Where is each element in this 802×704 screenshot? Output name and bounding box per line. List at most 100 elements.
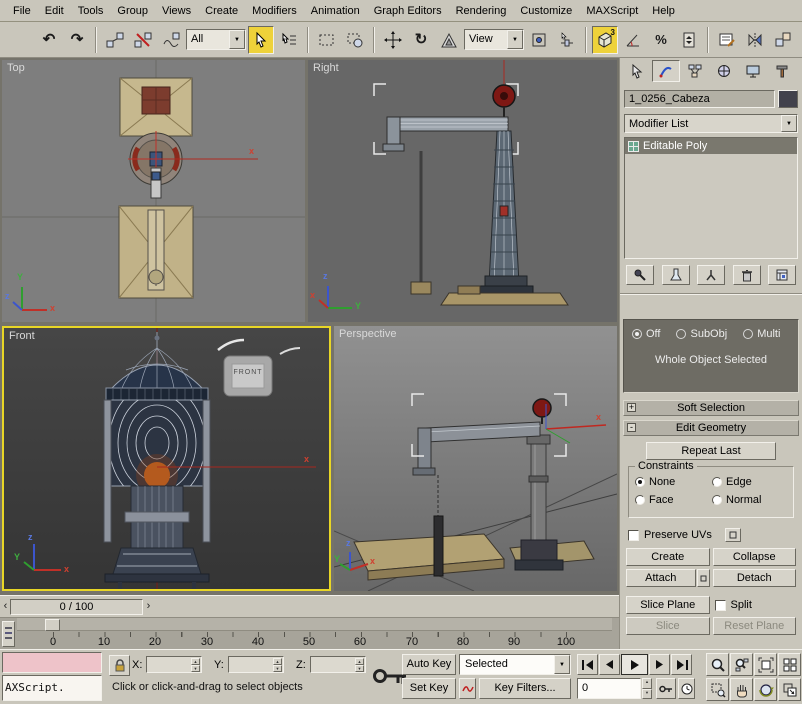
timeline-ruler[interactable]: 0 10 20 30 40 50 60 70 80 90 100	[17, 618, 612, 650]
named-selection-sets-icon[interactable]	[714, 26, 740, 54]
z-coordinate-field[interactable]: ▲▼	[310, 656, 366, 673]
menu-tools[interactable]: Tools	[71, 2, 111, 20]
rollout-soft-selection[interactable]: + Soft Selection	[623, 400, 799, 416]
pin-stack-icon[interactable]	[626, 265, 654, 285]
zoom-all-button[interactable]	[730, 653, 753, 676]
key-mode-dropdown[interactable]: Selected ▼	[459, 654, 571, 675]
expand-icon[interactable]: +	[627, 403, 636, 412]
frame-spinner[interactable]: ▲▼	[642, 678, 652, 699]
next-frame-button[interactable]	[649, 654, 670, 675]
auto-key-button[interactable]: Auto Key	[402, 654, 456, 675]
angle-snap-icon[interactable]	[620, 26, 646, 54]
object-name-field[interactable]: 1_0256_Cabeza	[624, 90, 775, 108]
viewport-perspective[interactable]: Perspective x z x Y	[334, 326, 617, 591]
menu-customize[interactable]: Customize	[513, 2, 579, 20]
object-color-swatch[interactable]	[778, 90, 798, 108]
viewport-front-active[interactable]: Front FRONT z x Y x	[2, 326, 331, 591]
select-object-icon[interactable]	[248, 26, 274, 54]
select-and-rotate-icon[interactable]: ↻	[408, 26, 434, 54]
go-to-start-button[interactable]	[577, 654, 598, 675]
key-mode-toggle-button[interactable]	[656, 678, 676, 699]
arc-rotate-button[interactable]	[754, 678, 777, 701]
time-configuration-button[interactable]	[678, 678, 695, 699]
zoom-extents-button[interactable]	[754, 653, 777, 676]
menu-edit[interactable]: Edit	[38, 2, 71, 20]
select-and-link-icon[interactable]	[102, 26, 128, 54]
viewport-perspective-label[interactable]: Perspective	[339, 328, 396, 340]
zoom-extents-all-button[interactable]	[778, 653, 801, 676]
chevron-down-icon[interactable]: ▼	[507, 30, 523, 49]
tab-motion[interactable]	[710, 60, 738, 82]
chevron-down-icon[interactable]: ▼	[781, 115, 797, 132]
tab-modify[interactable]	[652, 60, 680, 82]
set-key-curve-toggle[interactable]	[459, 678, 476, 699]
viewport-top[interactable]: Top Y x z x	[2, 60, 305, 322]
previous-frame-button[interactable]	[599, 654, 620, 675]
key-filters-button[interactable]: Key Filters...	[479, 678, 571, 699]
snaps-toggle-icon[interactable]: 3	[592, 26, 618, 54]
menu-animation[interactable]: Animation	[304, 2, 367, 20]
current-frame-field[interactable]: 0	[577, 678, 641, 699]
window-crossing-icon[interactable]	[342, 26, 368, 54]
timeline-track[interactable]	[17, 618, 612, 631]
redo-icon[interactable]: ↷	[64, 26, 90, 54]
use-pivot-center-icon[interactable]	[526, 26, 552, 54]
make-unique-icon[interactable]	[697, 265, 725, 285]
time-slider-readout[interactable]: 0 / 100	[10, 599, 143, 615]
unlink-selection-icon[interactable]	[130, 26, 156, 54]
chevron-down-icon[interactable]: ▼	[229, 30, 245, 49]
zoom-button[interactable]	[706, 653, 729, 676]
menu-create[interactable]: Create	[198, 2, 245, 20]
mirror-icon[interactable]	[742, 26, 768, 54]
chevron-down-icon[interactable]: ▼	[554, 655, 570, 674]
attach-button[interactable]: Attach	[626, 569, 696, 587]
x-spinner[interactable]: ▲▼	[191, 658, 200, 671]
select-and-scale-icon[interactable]	[436, 26, 462, 54]
align-icon[interactable]	[770, 26, 796, 54]
slice-plane-button[interactable]: Slice Plane	[626, 596, 710, 614]
x-coordinate-field[interactable]: ▲▼	[146, 656, 202, 673]
rectangular-selection-region-icon[interactable]	[314, 26, 340, 54]
repeat-last-button[interactable]: Repeat Last	[646, 442, 776, 460]
radio-selection-subobj[interactable]	[676, 329, 686, 339]
modifier-stack-list[interactable]: Editable Poly	[624, 137, 798, 259]
menu-group[interactable]: Group	[110, 2, 155, 20]
time-slider-handle[interactable]	[45, 619, 60, 631]
menu-views[interactable]: Views	[155, 2, 198, 20]
modifier-list-dropdown[interactable]: Modifier List ▼	[624, 114, 798, 133]
radio-constraint-normal[interactable]	[712, 495, 722, 505]
menu-graph-editors[interactable]: Graph Editors	[367, 2, 449, 20]
menu-file[interactable]: File	[6, 2, 38, 20]
remove-modifier-icon[interactable]	[733, 265, 761, 285]
transform-lock-button[interactable]	[109, 655, 130, 676]
attach-list-button[interactable]	[697, 569, 710, 587]
maxscript-listener-macro-pane[interactable]	[2, 652, 102, 673]
modifier-stack-item[interactable]: Editable Poly	[625, 138, 797, 154]
viewport-top-label[interactable]: Top	[7, 62, 25, 74]
collapse-icon[interactable]: -	[627, 423, 636, 432]
maxscript-mini-listener[interactable]: AXScript.	[2, 675, 102, 701]
preserve-uvs-settings-button[interactable]	[725, 528, 741, 542]
min-max-toggle-button[interactable]	[778, 678, 801, 701]
radio-constraint-face[interactable]	[635, 495, 645, 505]
time-step-back-arrow[interactable]: ‹	[1, 600, 10, 615]
bind-to-space-warp-icon[interactable]	[158, 26, 184, 54]
split-checkbox[interactable]	[715, 600, 726, 611]
spinner-snap-icon[interactable]	[676, 26, 702, 54]
mini-curve-editor-button[interactable]	[2, 621, 15, 647]
preserve-uvs-checkbox[interactable]	[628, 530, 639, 541]
tab-create[interactable]	[623, 60, 651, 82]
select-and-manipulate-icon[interactable]	[554, 26, 580, 54]
select-by-name-icon[interactable]	[276, 26, 302, 54]
rollout-edit-geometry[interactable]: - Edit Geometry	[623, 420, 799, 436]
tab-utilities[interactable]	[768, 60, 796, 82]
configure-modifier-sets-icon[interactable]	[768, 265, 796, 285]
show-end-result-icon[interactable]	[662, 265, 690, 285]
menu-rendering[interactable]: Rendering	[449, 2, 514, 20]
viewport-front-label[interactable]: Front	[9, 330, 35, 342]
radio-constraint-none[interactable]	[635, 477, 645, 487]
pan-view-button[interactable]	[730, 678, 753, 701]
tab-display[interactable]	[739, 60, 767, 82]
z-spinner[interactable]: ▲▼	[355, 658, 364, 671]
selection-filter-dropdown[interactable]: All ▼	[186, 29, 246, 50]
